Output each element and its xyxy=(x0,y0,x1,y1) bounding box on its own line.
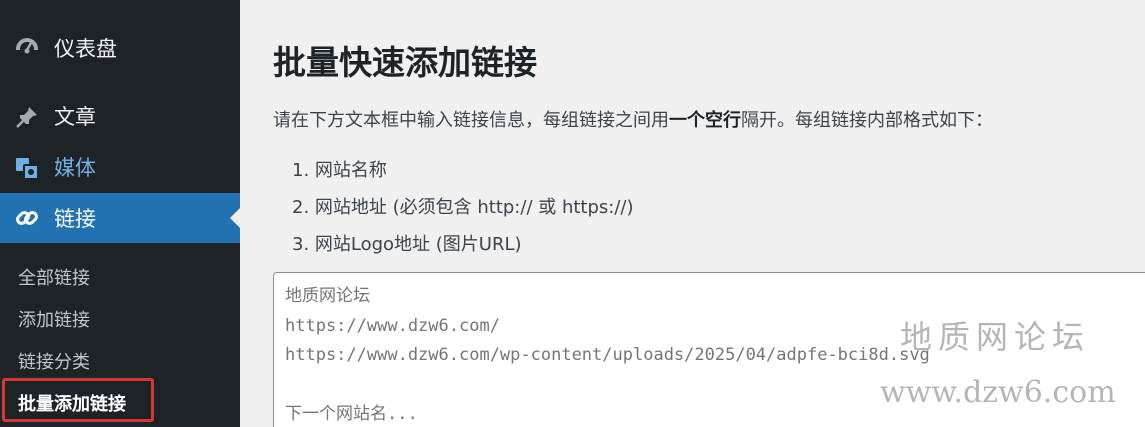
menu-label-dashboard: 仪表盘 xyxy=(54,37,117,61)
main-content: 批量快速添加链接 请在下方文本框中输入链接信息，每组链接之间用一个空行隔开。每组… xyxy=(240,0,1145,427)
intro-text-after: 隔开。每组链接内部格式如下： xyxy=(741,110,993,131)
watermark-site-name: 地质网论坛 xyxy=(900,318,1091,356)
menu-item-dashboard[interactable]: 仪表盘 xyxy=(0,24,240,72)
menu-label-media: 媒体 xyxy=(54,156,96,180)
menu-item-posts[interactable]: 文章 xyxy=(0,92,240,140)
menu-label-links: 链接 xyxy=(54,207,96,231)
intro-text-before: 请在下方文本框中输入链接信息，每组链接之间用 xyxy=(273,110,669,131)
menu-label-posts: 文章 xyxy=(54,105,96,129)
menu-item-media[interactable]: 媒体 xyxy=(0,143,240,191)
pin-icon xyxy=(16,107,37,128)
submenu-add-link[interactable]: 添加链接 xyxy=(18,306,90,332)
submenu-all-links[interactable]: 全部链接 xyxy=(18,264,90,290)
submenu-link-categories[interactable]: 链接分类 xyxy=(18,348,90,374)
submenu-bulk-add-links[interactable]: 批量添加链接 xyxy=(18,390,126,416)
dashboard-icon xyxy=(16,38,38,60)
menu-item-links[interactable]: 链接 xyxy=(0,193,240,243)
watermark-site-url: www.dzw6.com xyxy=(880,375,1116,410)
page-title: 批量快速添加链接 xyxy=(273,43,537,82)
format-list-item: 3. 网站Logo地址 (图片URL) xyxy=(292,234,522,255)
link-icon xyxy=(16,211,38,225)
format-list-item: 2. 网站地址 (必须包含 http:// 或 https://) xyxy=(292,197,634,218)
intro-text-bold: 一个空行 xyxy=(669,110,741,131)
admin-sidebar: 仪表盘 文章 媒体 链接 全部链接 添加链接 链接分类 批量添加链接 xyxy=(0,0,240,427)
media-icon xyxy=(16,158,39,180)
intro-text: 请在下方文本框中输入链接信息，每组链接之间用一个空行隔开。每组链接内部格式如下： xyxy=(273,106,993,132)
format-list-item: 1. 网站名称 xyxy=(292,160,387,181)
